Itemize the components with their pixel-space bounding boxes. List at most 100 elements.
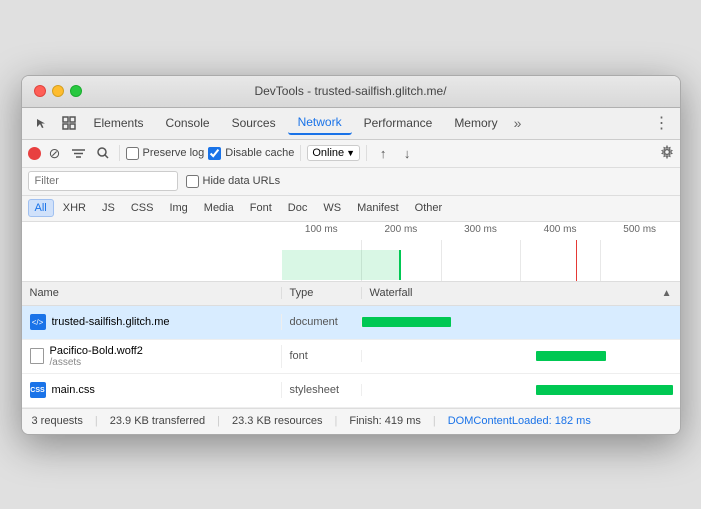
type-filter-xhr[interactable]: XHR [56, 199, 93, 217]
tabs-bar: Elements Console Sources Network Perform… [22, 108, 680, 140]
header-type-label: Type [290, 287, 314, 299]
row-name-text-1: trusted-sailfish.glitch.me [52, 316, 170, 328]
row-waterfall-2 [362, 340, 680, 373]
timeline-label-300: 300 ms [441, 224, 521, 235]
dom-content-range [282, 250, 401, 280]
filter-input[interactable] [28, 171, 178, 191]
disable-cache-checkbox[interactable]: Disable cache [208, 147, 294, 160]
type-filter-all[interactable]: All [28, 199, 54, 217]
waterfall-bar-2 [536, 351, 606, 361]
tab-console[interactable]: Console [156, 112, 220, 134]
tab-memory[interactable]: Memory [444, 112, 507, 134]
row-waterfall-3 [362, 374, 680, 407]
more-tabs-button[interactable]: » [510, 115, 526, 131]
throttling-select[interactable]: Online ▼ [307, 145, 360, 161]
settings-button[interactable] [660, 145, 674, 162]
timeline-label-500: 500 ms [600, 224, 680, 235]
row-name-2: Pacifico-Bold.woff2 /assets [22, 345, 282, 368]
filter-toggle-button[interactable] [69, 143, 89, 163]
minimize-button[interactable] [52, 85, 64, 97]
preserve-log-input[interactable] [126, 147, 139, 160]
type-filter-css[interactable]: CSS [124, 199, 161, 217]
inspect-tool[interactable] [56, 112, 82, 134]
network-toolbar: ⊘ Preserve log Disable cache Online ▼ ↑ … [22, 140, 680, 168]
row-type-1: document [282, 316, 362, 328]
disable-cache-label: Disable cache [225, 147, 294, 159]
type-filter-media[interactable]: Media [197, 199, 241, 217]
separator-1 [119, 145, 120, 161]
transferred-size: 23.9 KB transferred [110, 415, 205, 427]
finish-line [576, 240, 577, 281]
hide-data-urls-label: Hide data URLs [203, 175, 281, 187]
cursor-tool[interactable] [28, 112, 54, 134]
timeline-label-100: 100 ms [282, 224, 362, 235]
separator-2 [300, 145, 301, 161]
timeline-label-400: 400 ms [520, 224, 600, 235]
devtools-window: DevTools - trusted-sailfish.glitch.me/ E… [21, 75, 681, 435]
header-type[interactable]: Type [282, 287, 362, 299]
window-title: DevTools - trusted-sailfish.glitch.me/ [254, 84, 446, 98]
waterfall-bar-1 [362, 317, 451, 327]
grid-line-2 [441, 240, 442, 281]
separator-3 [366, 145, 367, 161]
type-filter-doc[interactable]: Doc [281, 199, 315, 217]
type-filter-img[interactable]: Img [162, 199, 194, 217]
status-bar: 3 requests | 23.9 KB transferred | 23.3 … [22, 408, 680, 434]
devtools-menu-button[interactable]: ⋮ [650, 113, 674, 133]
table-row[interactable]: </> trusted-sailfish.glitch.me document [22, 306, 680, 340]
type-filter-js[interactable]: JS [95, 199, 122, 217]
type-filter-bar: All XHR JS CSS Img Media Font Doc WS Man… [22, 196, 680, 222]
hide-data-urls-input[interactable] [186, 175, 199, 188]
header-name-label: Name [30, 287, 59, 299]
resources-size: 23.3 KB resources [232, 415, 323, 427]
record-button[interactable] [28, 147, 41, 160]
sep-4: | [433, 415, 436, 427]
preserve-log-label: Preserve log [143, 147, 205, 159]
close-button[interactable] [34, 85, 46, 97]
timeline-label-200: 200 ms [361, 224, 441, 235]
type-filter-other[interactable]: Other [408, 199, 450, 217]
row-type-3: stylesheet [282, 384, 362, 396]
tab-sources[interactable]: Sources [222, 112, 286, 134]
doc-icon [30, 348, 44, 364]
timeline-grid [282, 240, 680, 281]
titlebar: DevTools - trusted-sailfish.glitch.me/ [22, 76, 680, 108]
row-name-text-3: main.css [52, 384, 95, 396]
table-row[interactable]: Pacifico-Bold.woff2 /assets font [22, 340, 680, 374]
disable-cache-input[interactable] [208, 147, 221, 160]
header-name[interactable]: Name [22, 287, 282, 299]
row-name-sub-2: /assets [50, 357, 143, 368]
sep-1: | [95, 415, 98, 427]
tab-elements[interactable]: Elements [84, 112, 154, 134]
preserve-log-checkbox[interactable]: Preserve log [126, 147, 205, 160]
traffic-lights [34, 85, 82, 97]
sep-3: | [334, 415, 337, 427]
table-row[interactable]: CSS main.css stylesheet [22, 374, 680, 408]
waterfall-bar-3 [536, 385, 673, 395]
table-header: Name Type Waterfall ▲ [22, 282, 680, 306]
type-filter-ws[interactable]: WS [316, 199, 348, 217]
sep-2: | [217, 415, 220, 427]
dom-content-time: DOMContentLoaded: 182 ms [448, 415, 591, 427]
hide-data-urls-checkbox[interactable]: Hide data URLs [186, 175, 281, 188]
chevron-down-icon: ▼ [346, 148, 355, 158]
row-name-text-2: Pacifico-Bold.woff2 [50, 345, 143, 357]
import-button[interactable]: ↑ [373, 143, 393, 163]
row-name-3: CSS main.css [22, 382, 282, 398]
online-label: Online [312, 147, 344, 159]
timeline-labels: 100 ms 200 ms 300 ms 400 ms 500 ms [282, 224, 680, 235]
row-type-2: font [282, 350, 362, 362]
search-button[interactable] [93, 143, 113, 163]
requests-count: 3 requests [32, 415, 83, 427]
maximize-button[interactable] [70, 85, 82, 97]
type-filter-manifest[interactable]: Manifest [350, 199, 406, 217]
row-name-1: </> trusted-sailfish.glitch.me [22, 314, 282, 330]
header-waterfall[interactable]: Waterfall ▲ [362, 287, 680, 299]
type-filter-font[interactable]: Font [243, 199, 279, 217]
grid-line-3 [520, 240, 521, 281]
tab-performance[interactable]: Performance [354, 112, 443, 134]
css-icon: CSS [30, 382, 46, 398]
tab-network[interactable]: Network [288, 111, 352, 135]
clear-button[interactable]: ⊘ [45, 143, 65, 163]
export-button[interactable]: ↓ [397, 143, 417, 163]
